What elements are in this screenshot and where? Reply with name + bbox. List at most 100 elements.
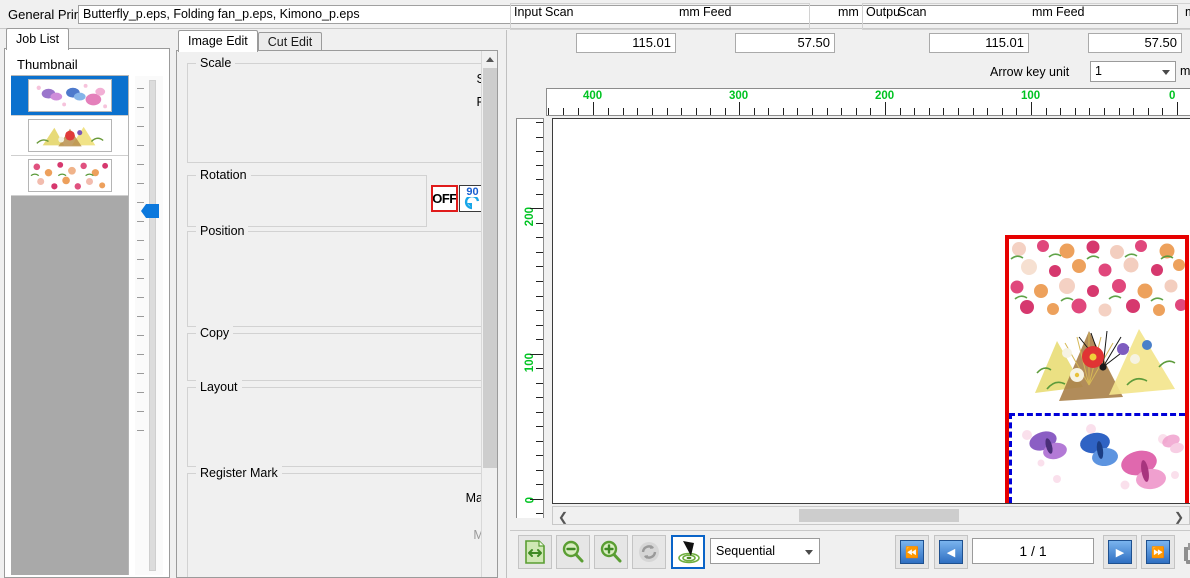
- rotation-group: Rotation: [187, 175, 427, 227]
- output-feed-value[interactable]: 57.50: [1088, 33, 1182, 53]
- job-list-tabstrip: Job List: [6, 28, 69, 50]
- input-scan-value[interactable]: 115.01: [576, 33, 676, 53]
- list-item[interactable]: [11, 116, 129, 156]
- input-feed-unit: mm: [838, 5, 859, 19]
- scroll-left-icon[interactable]: ❮: [558, 510, 568, 524]
- ruler-label-200: 200: [875, 90, 894, 102]
- ruler-v-label-0: 0: [524, 497, 536, 503]
- application-window: General Print Butterfly_p.eps, Folding f…: [0, 0, 1190, 578]
- order-mode-select[interactable]: Sequential: [710, 538, 820, 564]
- scrollbar-thumb[interactable]: [483, 68, 497, 468]
- register-mark-group: Register Mark: [187, 473, 498, 578]
- chevron-down-icon: [805, 550, 813, 555]
- selection-outline[interactable]: [1009, 413, 1185, 503]
- zoom-out-button[interactable]: [556, 535, 590, 569]
- slider-tick: [137, 88, 144, 89]
- flowers-artwork: [1009, 239, 1185, 317]
- refresh-button: [632, 535, 666, 569]
- print-mode-label: General Print: [8, 7, 85, 22]
- output-scan-value[interactable]: 115.01: [929, 33, 1029, 53]
- ruler-label-300: 300: [729, 90, 748, 102]
- output-group-label: Outpu: [866, 5, 900, 19]
- ruler-label-100: 100: [1021, 90, 1040, 102]
- next-page-button[interactable]: ▶: [1103, 535, 1137, 569]
- slider-tick: [137, 411, 144, 412]
- slider-tick: [137, 240, 144, 241]
- slider-tick: [137, 126, 144, 127]
- rotation-caption: Rotation: [196, 168, 251, 182]
- output-scan-label: Scan: [898, 5, 927, 19]
- first-page-button[interactable]: ⏪: [895, 535, 929, 569]
- fit-page-icon: [524, 540, 546, 564]
- placed-item-flowers[interactable]: [1009, 239, 1185, 317]
- job-list-slider[interactable]: [135, 76, 163, 575]
- rotation-off-label: OFF: [433, 187, 456, 210]
- fit-page-button[interactable]: [518, 535, 552, 569]
- slider-tick: [137, 145, 144, 146]
- prev-page-label: ◀: [939, 540, 963, 564]
- ruler-label-400: 400: [583, 90, 602, 102]
- input-feed-label: Feed: [703, 5, 732, 19]
- refresh-icon: [637, 540, 661, 564]
- slider-tick: [137, 297, 144, 298]
- thumbnail-butterflies: [28, 79, 112, 112]
- printer-button[interactable]: [1180, 535, 1190, 569]
- prev-page-button[interactable]: ◀: [934, 535, 968, 569]
- slider-tick: [137, 202, 144, 203]
- placed-item-fans[interactable]: [1031, 323, 1183, 409]
- list-item[interactable]: [11, 76, 129, 116]
- slider-track[interactable]: [149, 80, 156, 571]
- list-item[interactable]: [11, 156, 129, 196]
- printer-icon: [1184, 538, 1190, 566]
- tab-image-edit[interactable]: Image Edit: [178, 30, 258, 52]
- scroll-up-button[interactable]: [482, 51, 498, 68]
- slider-tick: [137, 221, 144, 222]
- rotate-90-icon: [463, 197, 483, 211]
- zoom-out-icon: [561, 540, 585, 564]
- edit-tabstrip: Image EditCut Edit: [178, 30, 322, 52]
- slider-tick: [137, 335, 144, 336]
- position-group: Position: [187, 231, 498, 327]
- scroll-right-icon[interactable]: ❯: [1174, 510, 1184, 524]
- last-page-button[interactable]: ⏩: [1141, 535, 1175, 569]
- layout-canvas[interactable]: [552, 118, 1190, 504]
- layout-caption: Layout: [196, 380, 242, 394]
- arrow-key-unit-select[interactable]: 1: [1090, 61, 1176, 82]
- arrow-key-unit-label: Arrow key unit: [990, 65, 1069, 79]
- page-indicator[interactable]: 1 / 1: [972, 538, 1094, 564]
- chevron-up-icon: [486, 57, 494, 62]
- tab-cut-edit[interactable]: Cut Edit: [258, 32, 322, 52]
- thumbnail-column-header: Thumbnail: [11, 54, 129, 76]
- arrow-key-unit-unit: mm: [1180, 64, 1190, 78]
- slider-knob[interactable]: [141, 204, 159, 218]
- register-mark-caption: Register Mark: [196, 466, 282, 480]
- slider-tick: [137, 107, 144, 108]
- chevron-down-icon: [1162, 70, 1170, 75]
- slider-tick: [137, 259, 144, 260]
- zoom-in-button[interactable]: [594, 535, 628, 569]
- zoom-in-icon: [599, 540, 623, 564]
- output-scan-unit: mm: [1032, 5, 1053, 19]
- slider-tick: [137, 373, 144, 374]
- input-feed-value[interactable]: 57.50: [735, 33, 835, 53]
- canvas-horizontal-scrollbar[interactable]: ❮ ❯: [552, 506, 1190, 525]
- next-page-label: ▶: [1108, 540, 1132, 564]
- rotation-option-off[interactable]: OFF: [431, 185, 458, 212]
- scale-group: Scale: [187, 63, 487, 163]
- thumbnail-fans: [28, 119, 112, 152]
- slider-tick: [137, 392, 144, 393]
- image-edit-panel: Scale Scan 100.00 % Feed 100.00 % Keep R…: [176, 50, 498, 578]
- thumbnail-list[interactable]: [11, 76, 129, 575]
- copy-group: Copy: [187, 333, 498, 381]
- ruler-v-label-100: 100: [524, 353, 536, 372]
- tab-job-list[interactable]: Job List: [6, 28, 69, 50]
- hscroll-thumb[interactable]: [799, 509, 959, 522]
- edit-panel-scrollbar[interactable]: [481, 51, 497, 577]
- vertical-ruler: 200 100 0: [516, 118, 544, 518]
- media-area[interactable]: [1005, 235, 1189, 504]
- fans-artwork: [1031, 323, 1183, 409]
- order-mode-value: Sequential: [716, 544, 775, 558]
- slider-tick: [137, 430, 144, 431]
- pick-target-button[interactable]: [671, 535, 705, 569]
- pick-target-icon: [675, 539, 701, 565]
